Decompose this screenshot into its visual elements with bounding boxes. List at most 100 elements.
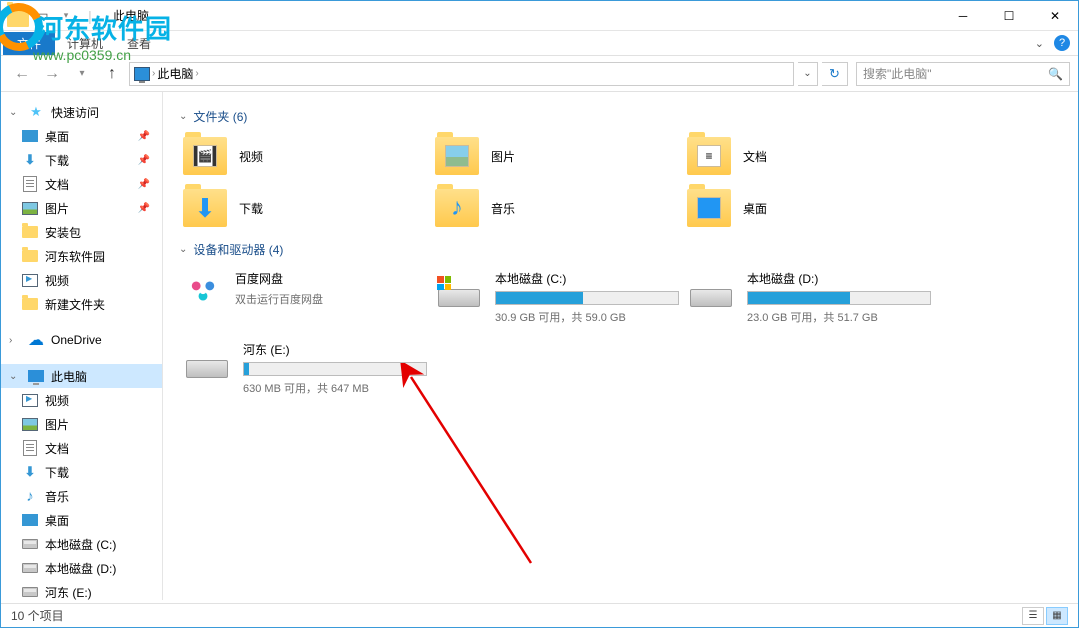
nav-quick-item[interactable]: 安装包 <box>1 220 162 244</box>
baidu-icon <box>183 270 223 310</box>
nav-quick-item[interactable]: 视频 <box>1 268 162 292</box>
refresh-button[interactable]: ↻ <box>822 62 848 86</box>
nav-onedrive[interactable]: › OneDrive <box>1 328 162 352</box>
help-icon[interactable]: ? <box>1054 35 1070 51</box>
nav-label: 文档 <box>45 176 69 193</box>
nav-pc-item[interactable]: 图片 <box>1 412 162 436</box>
back-button[interactable]: ← <box>9 61 35 87</box>
drive-usage-bar <box>495 291 679 305</box>
folder-item[interactable]: ≡ 文档 <box>683 133 935 179</box>
navigation-pane: ⌄ 快速访问 桌面 📌 下载 📌 文档 📌 图片 📌 安装包 河东软件园 视频 … <box>1 92 163 600</box>
recent-dropdown[interactable]: ▾ <box>69 61 95 87</box>
view-details-button[interactable]: ☰ <box>1022 607 1044 625</box>
tab-view[interactable]: 查看 <box>115 32 163 55</box>
nav-label: 本地磁盘 (D:) <box>45 560 116 577</box>
folder-icon: 🎬 <box>183 137 227 175</box>
caret-icon[interactable]: ⌄ <box>9 371 21 382</box>
forward-button: → <box>39 61 65 87</box>
folder-icon <box>687 189 731 227</box>
folder-item[interactable]: 🎬 视频 <box>179 133 431 179</box>
folder-icon: ♪ <box>435 189 479 227</box>
nav-quick-item[interactable]: 文档 📌 <box>1 172 162 196</box>
nav-label: 快速访问 <box>51 104 99 121</box>
search-placeholder: 搜索"此电脑" <box>863 65 932 82</box>
view-tiles-button[interactable]: ▦ <box>1046 607 1068 625</box>
nav-pc-item[interactable]: 文档 <box>1 436 162 460</box>
up-button[interactable]: ↑ <box>99 61 125 87</box>
nav-label: 图片 <box>45 416 69 433</box>
nav-pc-item[interactable]: 本地磁盘 (D:) <box>1 556 162 580</box>
nav-label: 桌面 <box>45 128 69 145</box>
breadcrumb-history-dropdown[interactable]: ⌄ <box>798 62 818 86</box>
drive-name: 河东 (E:) <box>243 341 427 358</box>
window-title: 此电脑 <box>113 7 149 24</box>
device-baidu[interactable]: 百度网盘 双击运行百度网盘 <box>179 266 431 329</box>
tab-computer[interactable]: 计算机 <box>55 32 115 55</box>
folder-item[interactable]: 桌面 <box>683 185 935 231</box>
tab-file[interactable]: 文件 <box>3 32 55 55</box>
nav-quick-item[interactable]: 桌面 📌 <box>1 124 162 148</box>
ribbon-expand-icon[interactable]: ⌄ <box>1035 37 1044 50</box>
doc-icon <box>21 440 39 456</box>
status-bar: 10 个项目 ☰ ▦ <box>1 603 1078 627</box>
drive-icon <box>435 270 483 312</box>
device-sub: 双击运行百度网盘 <box>235 291 427 307</box>
nav-label: 河东 (E:) <box>45 584 92 601</box>
search-icon[interactable]: 🔍 <box>1048 67 1063 81</box>
drive-item[interactable]: 本地磁盘 (C:) 30.9 GB 可用，共 59.0 GB <box>431 266 683 329</box>
minimize-button[interactable]: ─ <box>940 2 986 30</box>
nav-pc-item[interactable]: 下载 <box>1 460 162 484</box>
nav-pc-item[interactable]: 视频 <box>1 388 162 412</box>
nav-pc-item[interactable]: 河东 (E:) <box>1 580 162 600</box>
drive-item[interactable]: 本地磁盘 (D:) 23.0 GB 可用，共 51.7 GB <box>683 266 935 329</box>
folder-label: 桌面 <box>743 200 767 217</box>
caret-icon[interactable]: ⌄ <box>9 107 21 118</box>
onedrive-icon <box>27 332 45 348</box>
nav-label: 文档 <box>45 440 69 457</box>
close-button[interactable]: ✕ <box>1032 2 1078 30</box>
maximize-button[interactable]: ☐ <box>986 2 1032 30</box>
folder-label: 下载 <box>239 200 263 217</box>
group-folders-header[interactable]: ⌄ 文件夹 (6) <box>179 108 1062 125</box>
nav-quick-item[interactable]: 下载 📌 <box>1 148 162 172</box>
qat-dropdown-icon[interactable]: ▾ <box>55 5 77 27</box>
nav-this-pc[interactable]: ⌄ 此电脑 <box>1 364 162 388</box>
pin-icon: 📌 <box>138 179 150 190</box>
caret-icon[interactable]: › <box>9 335 21 346</box>
drive-icon <box>21 560 39 576</box>
folder-item[interactable]: ♪ 音乐 <box>431 185 683 231</box>
nav-label: 图片 <box>45 200 69 217</box>
nav-quick-access[interactable]: ⌄ 快速访问 <box>1 100 162 124</box>
group-devices-header[interactable]: ⌄ 设备和驱动器 (4) <box>179 241 1062 258</box>
pin-icon: 📌 <box>138 155 150 166</box>
search-input[interactable]: 搜索"此电脑" 🔍 <box>856 62 1070 86</box>
chevron-down-icon[interactable]: ⌄ <box>179 244 187 255</box>
folder-item[interactable]: 图片 <box>431 133 683 179</box>
nav-quick-item[interactable]: 河东软件园 <box>1 244 162 268</box>
drive-sub: 630 MB 可用，共 647 MB <box>243 380 427 396</box>
folder-icon <box>435 137 479 175</box>
nav-pc-item[interactable]: 本地磁盘 (C:) <box>1 532 162 556</box>
nav-pc-item[interactable]: 桌面 <box>1 508 162 532</box>
music-icon <box>21 488 39 504</box>
nav-label: 新建文件夹 <box>45 296 105 313</box>
dl-icon <box>21 464 39 480</box>
nav-pc-item[interactable]: 音乐 <box>1 484 162 508</box>
nav-label: 河东软件园 <box>45 248 105 265</box>
folder-label: 视频 <box>239 148 263 165</box>
address-bar: ← → ▾ ↑ › 此电脑 › ⌄ ↻ 搜索"此电脑" 🔍 <box>1 56 1078 92</box>
breadcrumb[interactable]: › 此电脑 › <box>129 62 794 86</box>
nav-label: 此电脑 <box>51 368 87 385</box>
folder-item[interactable]: ⬇ 下载 <box>179 185 431 231</box>
nav-quick-item[interactable]: 新建文件夹 <box>1 292 162 316</box>
chevron-right-icon[interactable]: › <box>195 68 198 79</box>
chevron-right-icon[interactable]: › <box>152 68 155 79</box>
quick-access-toolbar: ▭ ▾ | <box>1 5 101 27</box>
breadcrumb-location[interactable]: 此电脑 <box>157 65 193 82</box>
nav-quick-item[interactable]: 图片 📌 <box>1 196 162 220</box>
properties-icon[interactable]: ▭ <box>31 5 53 27</box>
pin-icon: 📌 <box>138 131 150 142</box>
drive-item[interactable]: 河东 (E:) 630 MB 可用，共 647 MB <box>179 337 431 400</box>
folder-icon <box>21 296 39 312</box>
chevron-down-icon[interactable]: ⌄ <box>179 111 187 122</box>
